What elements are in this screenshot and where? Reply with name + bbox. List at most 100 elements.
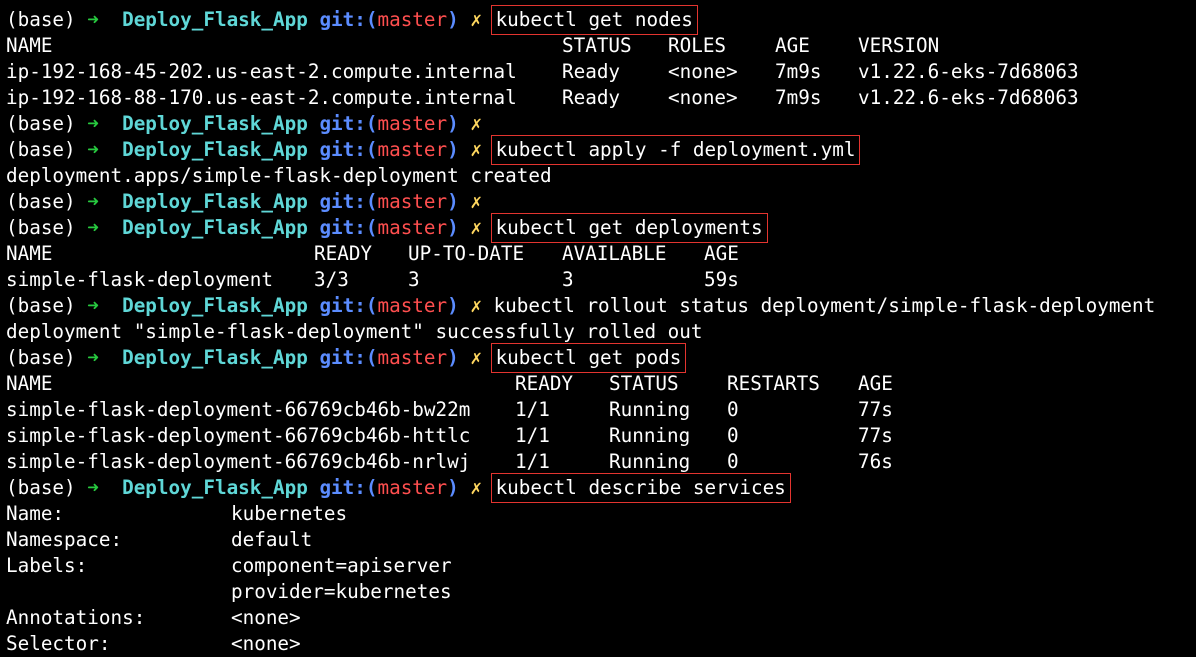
- table-cell: v1.22.6-eks-7d68063: [858, 86, 1079, 109]
- table-cell: ip-192-168-88-170.us-east-2.compute.inte…: [6, 86, 517, 109]
- conda-env-label: (base): [6, 346, 88, 369]
- describe-row: Namespace: default: [6, 527, 1196, 553]
- table-cell: 0: [727, 424, 739, 447]
- table-cell: <none>: [668, 86, 738, 109]
- table-cell: 7m9s: [775, 86, 822, 109]
- git-label-close: ): [447, 8, 471, 31]
- table-cell: <none>: [668, 60, 738, 83]
- prompt-arrow-icon: ➜: [87, 476, 99, 499]
- pod-row: simple-flask-deployment-66769cb46b-nrlwj…: [6, 449, 1196, 475]
- conda-env-label: (base): [6, 294, 88, 317]
- conda-env-label: (base): [6, 8, 88, 31]
- table-cell: 0: [727, 398, 739, 421]
- git-label: git:(: [319, 8, 378, 31]
- table-cell: 7m9s: [775, 60, 822, 83]
- table-cell: Running: [609, 398, 691, 421]
- table-cell: Namespace:: [6, 528, 123, 551]
- table-cell: 3: [408, 268, 420, 291]
- pod-row: simple-flask-deployment-66769cb46b-httlc…: [6, 423, 1196, 449]
- table-cell: Name:: [6, 502, 65, 525]
- git-branch: master: [377, 216, 448, 239]
- pod-row: simple-flask-deployment-66769cb46b-bw22m…: [6, 397, 1196, 423]
- conda-env-label: (base): [6, 112, 88, 135]
- rollout-output: deployment "simple-flask-deployment" suc…: [6, 320, 703, 343]
- conda-env-label: (base): [6, 476, 88, 499]
- terminal-output[interactable]: (base) ➜ Deploy_Flask_App git:(master) ✗…: [6, 5, 1196, 657]
- table-cell: RESTARTS: [727, 372, 820, 395]
- prompt-line: (base) ➜ Deploy_Flask_App git:(master) ✗: [6, 111, 1196, 137]
- dirty-marker-icon: ✗: [470, 190, 482, 213]
- prompt-line: (base) ➜ Deploy_Flask_App git:(master) ✗…: [6, 213, 1196, 243]
- table-cell: NAME: [6, 34, 53, 57]
- dirty-marker-icon: ✗: [470, 8, 482, 31]
- git-label-close: ): [447, 476, 471, 499]
- prompt-arrow-icon: ➜: [87, 138, 99, 161]
- prompt-line: (base) ➜ Deploy_Flask_App git:(master) ✗…: [6, 5, 1196, 35]
- prompt-line: (base) ➜ Deploy_Flask_App git:(master) ✗…: [6, 473, 1196, 503]
- directory-name: Deploy_Flask_App: [98, 216, 320, 239]
- table-cell: 77s: [858, 398, 893, 421]
- git-label: git:(: [319, 138, 378, 161]
- table-cell: STATUS: [562, 34, 632, 57]
- nodes-table-header: NAME STATUS ROLES AGE VERSION: [6, 33, 1196, 59]
- table-cell: 1/1: [515, 424, 550, 447]
- table-cell: Running: [609, 450, 691, 473]
- git-label-close: ): [447, 190, 471, 213]
- git-branch: master: [377, 476, 448, 499]
- table-cell: READY: [314, 242, 373, 265]
- git-label-close: ): [447, 112, 471, 135]
- table-cell: 76s: [858, 450, 893, 473]
- conda-env-label: (base): [6, 190, 88, 213]
- table-cell: <none>: [231, 606, 301, 629]
- table-cell: provider=kubernetes: [231, 580, 452, 603]
- conda-env-label: (base): [6, 216, 88, 239]
- describe-row: Annotations: <none>: [6, 605, 1196, 631]
- prompt-line: (base) ➜ Deploy_Flask_App git:(master) ✗: [6, 189, 1196, 215]
- table-cell: READY: [515, 372, 574, 395]
- command-text: kubectl apply -f deployment.yml: [490, 135, 861, 165]
- command-text: kubectl rollout status deployment/simple…: [493, 294, 1156, 317]
- git-label: git:(: [319, 190, 378, 213]
- deployment-row: simple-flask-deployment 3/3 3 3 59s: [6, 267, 1196, 293]
- describe-row: Labels: component=apiserver: [6, 553, 1196, 579]
- command-text: kubectl get pods: [490, 343, 687, 373]
- table-cell: 77s: [858, 424, 893, 447]
- table-cell: kubernetes: [231, 502, 348, 525]
- directory-name: Deploy_Flask_App: [98, 138, 320, 161]
- git-branch: master: [377, 138, 448, 161]
- prompt-arrow-icon: ➜: [87, 294, 99, 317]
- directory-name: Deploy_Flask_App: [98, 346, 320, 369]
- dirty-marker-icon: ✗: [470, 476, 482, 499]
- table-cell: 3/3: [314, 268, 349, 291]
- table-cell: default: [231, 528, 313, 551]
- table-cell: simple-flask-deployment: [6, 268, 273, 291]
- conda-env-label: (base): [6, 138, 88, 161]
- table-cell: component=apiserver: [231, 554, 452, 577]
- table-cell: ROLES: [668, 34, 727, 57]
- node-row: ip-192-168-45-202.us-east-2.compute.inte…: [6, 59, 1196, 85]
- table-cell: 1/1: [515, 450, 550, 473]
- node-row: ip-192-168-88-170.us-east-2.compute.inte…: [6, 85, 1196, 111]
- dirty-marker-icon: ✗: [470, 294, 482, 317]
- prompt-arrow-icon: ➜: [87, 112, 99, 135]
- table-cell: simple-flask-deployment-66769cb46b-bw22m: [6, 398, 471, 421]
- git-label-close: ): [447, 138, 471, 161]
- table-cell: v1.22.6-eks-7d68063: [858, 60, 1079, 83]
- apply-output: deployment.apps/simple-flask-deployment …: [6, 164, 552, 187]
- table-cell: Running: [609, 424, 691, 447]
- command-text: kubectl get nodes: [490, 5, 698, 35]
- command-text: kubectl get deployments: [490, 213, 768, 243]
- table-cell: AGE: [704, 242, 739, 265]
- table-cell: <none>: [231, 632, 301, 655]
- pods-table-header: NAME READY STATUS RESTARTS AGE: [6, 371, 1196, 397]
- describe-row: Name: kubernetes: [6, 501, 1196, 527]
- dirty-marker-icon: ✗: [470, 138, 482, 161]
- table-cell: Labels:: [6, 554, 88, 577]
- table-cell: AGE: [775, 34, 810, 57]
- git-label: git:(: [319, 112, 378, 135]
- directory-name: Deploy_Flask_App: [98, 294, 320, 317]
- table-cell: Selector:: [6, 632, 111, 655]
- table-cell: AGE: [858, 372, 893, 395]
- table-cell: ip-192-168-45-202.us-east-2.compute.inte…: [6, 60, 517, 83]
- dirty-marker-icon: ✗: [470, 216, 482, 239]
